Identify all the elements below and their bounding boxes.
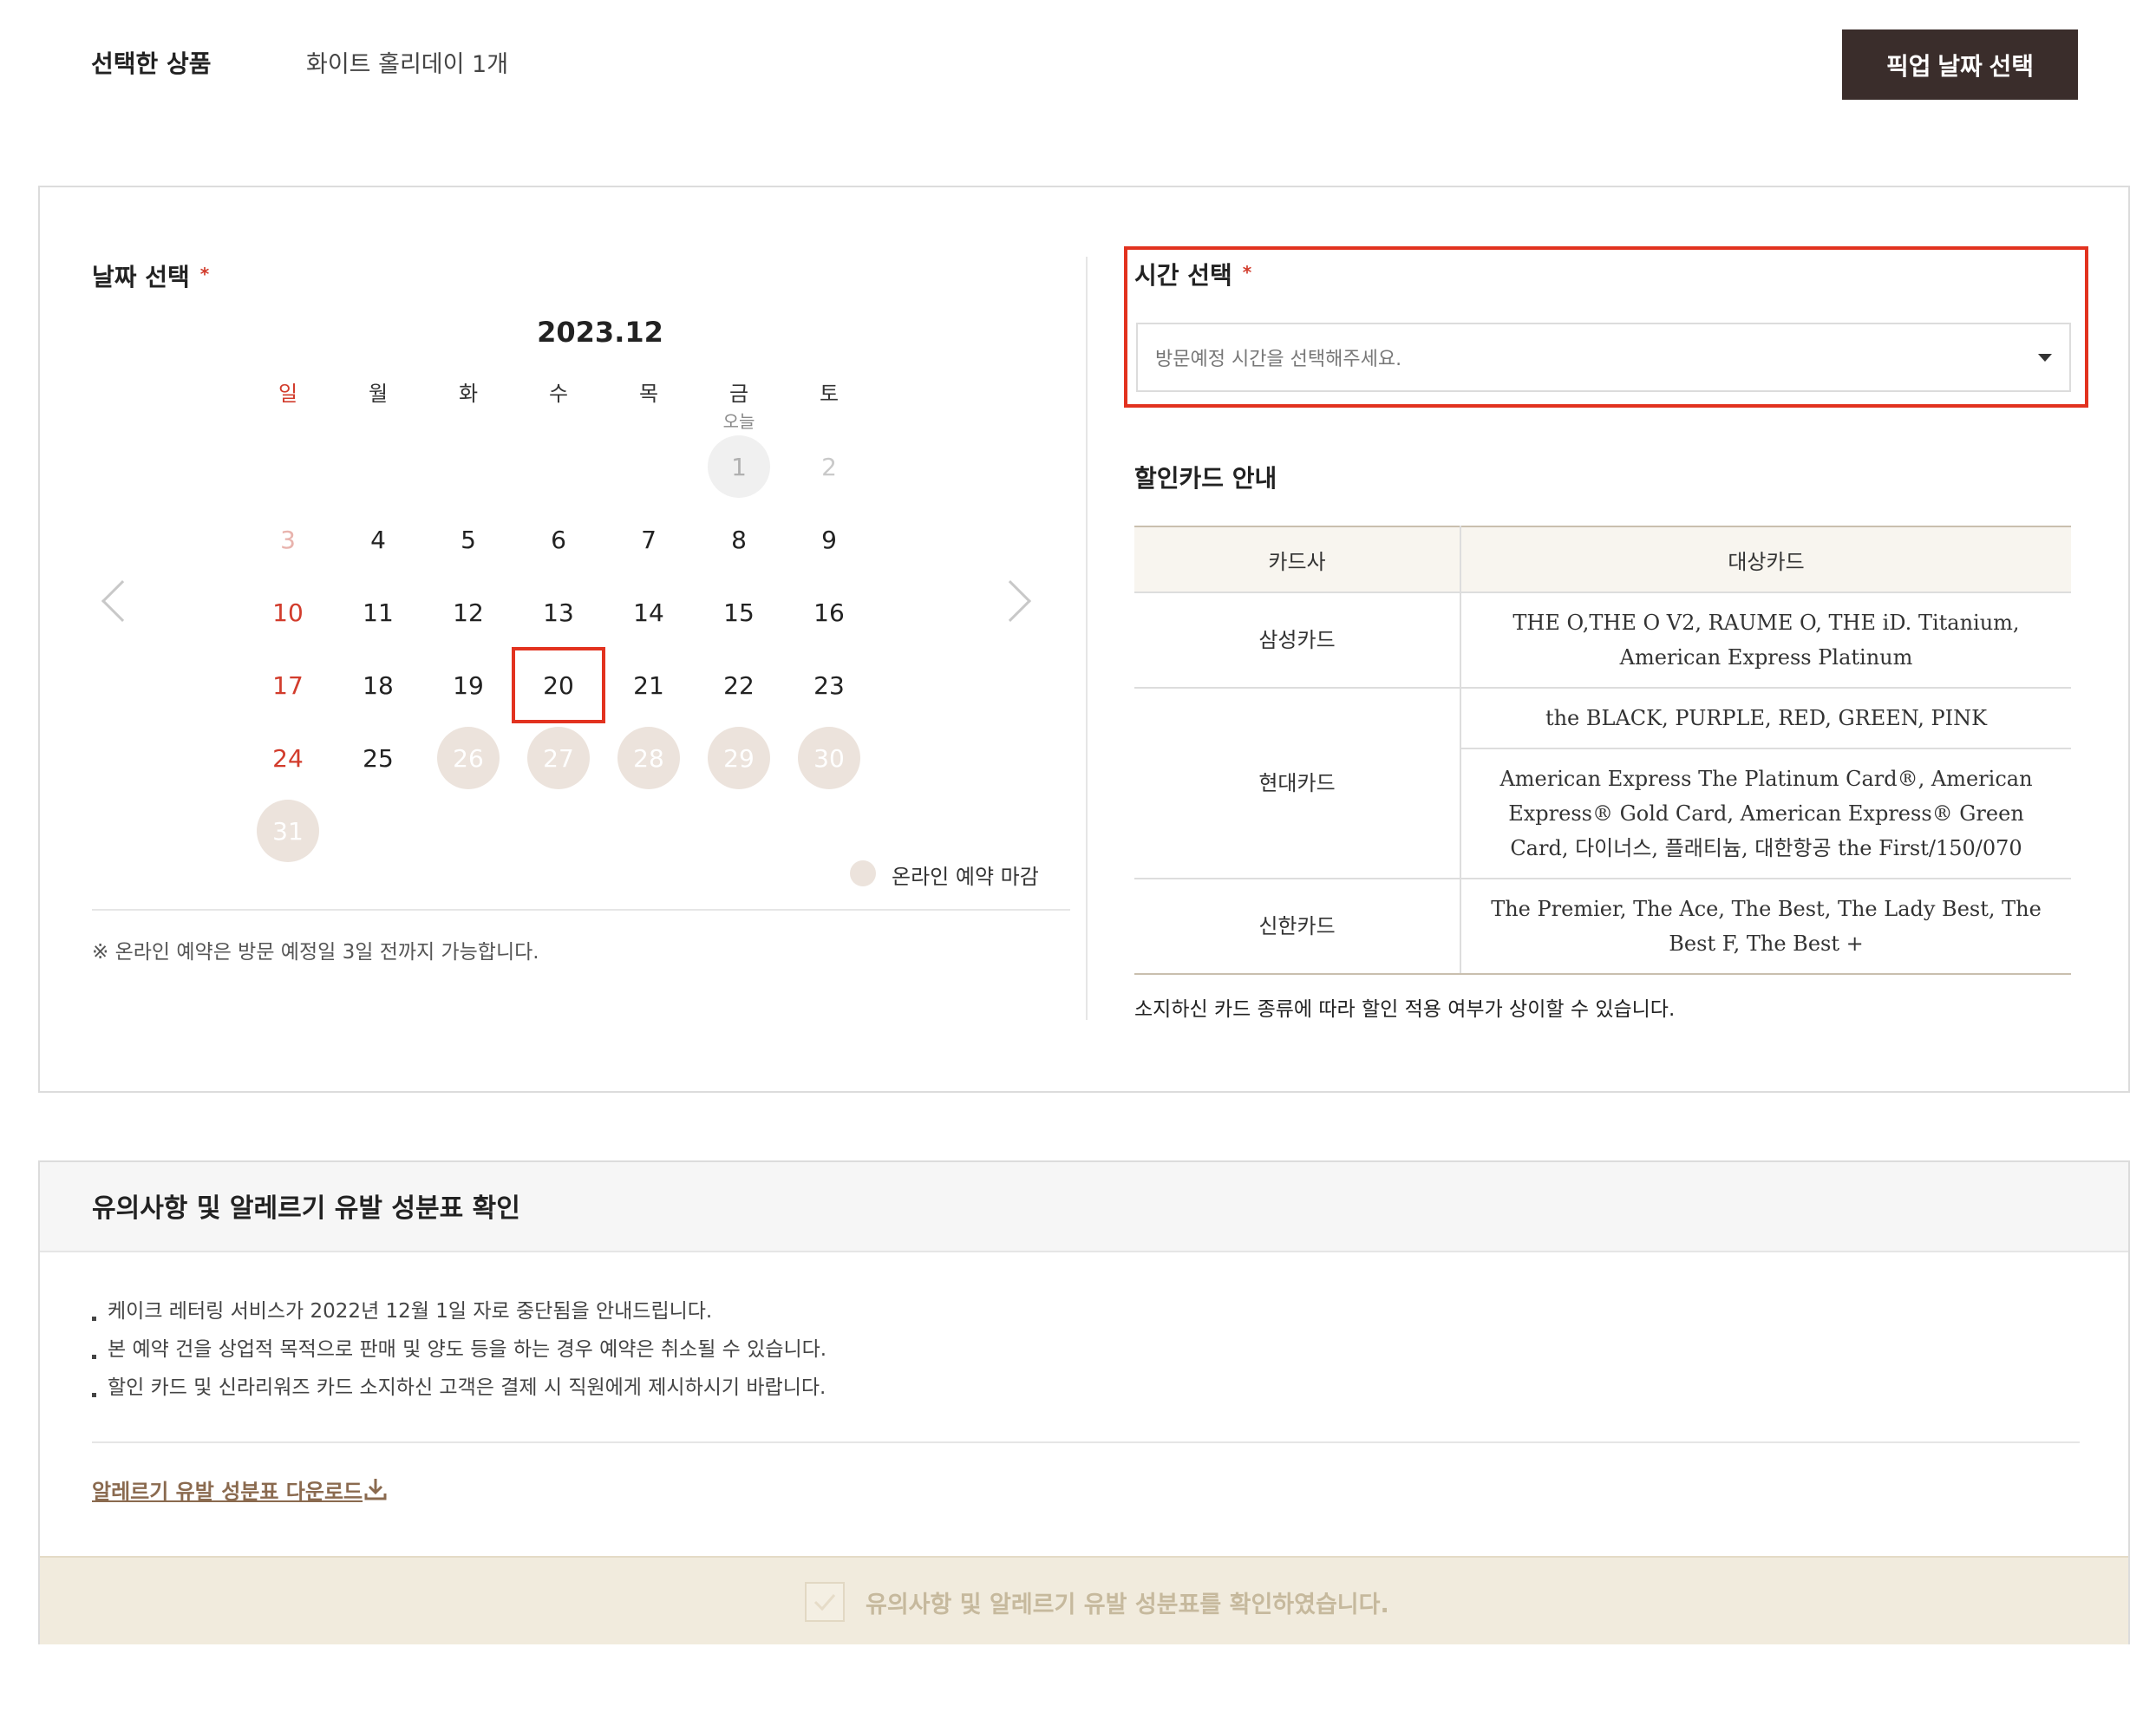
caret-down-icon [2038,354,2052,362]
notice-list: 케이크 레터링 서비스가 2022년 12월 1일 자로 중단됨을 안내드립니다… [92,1292,826,1407]
weekday-mon: 월 [368,382,389,406]
today-label: 오늘 [722,411,755,432]
calendar-month: 2023.12 [537,316,663,349]
calendar-day[interactable]: 9 [798,508,860,571]
calendar-day[interactable]: 7 [617,508,680,571]
reservation-note: ※ 온라인 예약은 방문 예정일 3일 전까지 가능합니다. [92,941,539,964]
table-header: 카드사 [1134,526,1461,593]
calendar-day-closed: 26 [437,727,500,789]
table-row: 신한카드 The Premier, The Ace, The Best, The… [1134,879,2071,975]
weekday-wed: 수 [548,382,569,406]
calendar-day[interactable]: 17 [257,654,319,716]
calendar-day[interactable]: 8 [708,508,770,571]
visit-time-select[interactable]: 방문예정 시간을 선택해주세요. [1136,323,2071,392]
selected-day-highlight [512,647,605,723]
download-icon[interactable] [363,1476,389,1502]
calendar-day[interactable]: 5 [437,508,500,571]
calendar-day[interactable]: 13 [527,581,590,644]
card-company: 현대카드 [1134,688,1461,879]
required-mark: * [199,264,210,284]
calendar-day-closed: 27 [527,727,590,789]
calendar-day[interactable]: 12 [437,581,500,644]
visit-time-placeholder: 방문예정 시간을 선택해주세요. [1155,349,1402,370]
confirm-label[interactable]: 유의사항 및 알레르기 유발 성분표를 확인하였습니다. [866,1585,1389,1619]
table-header-row: 카드사 대상카드 [1134,526,2071,593]
confirm-checkbox[interactable] [805,1582,845,1622]
calendar-day[interactable]: 16 [798,581,860,644]
notice-title: 유의사항 및 알레르기 유발 성분표 확인 [92,1193,520,1224]
weekday-sat: 토 [819,382,840,406]
card-list: the BLACK, PURPLE, RED, GREEN, PINK [1460,688,2071,749]
discount-note: 소지하신 카드 종류에 따라 할인 적용 여부가 상이할 수 있습니다. [1134,998,1676,1021]
card-list: THE O,THE O V2, RAUME O, THE iD. Titaniu… [1460,592,2071,689]
check-icon [813,1594,836,1611]
closed-legend-label: 온라인 예약 마감 [892,865,1039,889]
calendar-day[interactable]: 15 [708,581,770,644]
list-item: 케이크 레터링 서비스가 2022년 12월 1일 자로 중단됨을 안내드립니다… [92,1292,826,1330]
table-row: 삼성카드 THE O,THE O V2, RAUME O, THE iD. Ti… [1134,592,2071,689]
card-company: 삼성카드 [1134,592,1461,689]
calendar-day[interactable]: 23 [798,654,860,716]
calendar-day[interactable]: 11 [347,581,409,644]
calendar-day-closed: 30 [798,727,860,789]
calendar-day-closed: 29 [708,727,770,789]
discount-card-table: 카드사 대상카드 삼성카드 THE O,THE O V2, RAUME O, T… [1134,526,2071,975]
selected-product-value: 화이트 홀리데이 1개 [306,51,509,78]
card-list: The Premier, The Ace, The Best, The Lady… [1460,879,2071,975]
card-list: American Express The Platinum Card®, Ame… [1460,748,2071,879]
selected-product-label: 선택한 상품 [91,49,212,78]
pickup-date-button[interactable]: 픽업 날짜 선택 [1842,29,2078,100]
calendar-day[interactable]: 4 [347,508,409,571]
calendar-day[interactable]: 25 [347,727,409,789]
reservation-panel: 날짜 선택 * 2023.12 일 월 화 수 목 금 토 오늘 1 2 3 4 … [38,186,2130,1093]
weekday-tue: 화 [458,382,479,406]
notice-header: 유의사항 및 알레르기 유발 성분표 확인 [40,1162,2128,1252]
calendar-day[interactable]: 22 [708,654,770,716]
calendar-day[interactable]: 18 [347,654,409,716]
prev-month-arrow-icon[interactable] [101,579,144,623]
required-mark: * [1242,262,1252,283]
card-company: 신한카드 [1134,879,1461,975]
list-item: 할인 카드 및 신라리워즈 카드 소지하신 고객은 결제 시 직원에게 제시하시… [92,1369,826,1407]
weekday-sun: 일 [278,382,298,406]
list-item: 본 예약 건을 상업적 목적으로 판매 및 양도 등을 하는 경우 예약은 취소… [92,1330,826,1369]
calendar-day: 3 [280,525,296,554]
divider [92,1441,2080,1443]
calendar-day: 2 [821,452,837,481]
time-section-title: 시간 선택 * [1134,261,1252,290]
calendar-day-closed: 31 [257,800,319,862]
closed-legend-icon [850,860,876,886]
confirm-bar: 유의사항 및 알레르기 유발 성분표를 확인하였습니다. [40,1556,2128,1644]
next-month-arrow-icon[interactable] [989,579,1032,623]
table-header: 대상카드 [1460,526,2071,593]
calendar-day[interactable]: 19 [437,654,500,716]
notice-panel: 유의사항 및 알레르기 유발 성분표 확인 케이크 레터링 서비스가 2022년… [38,1160,2130,1644]
allergen-download-link[interactable]: 알레르기 유발 성분표 다운로드 [92,1474,363,1505]
calendar-day[interactable]: 14 [617,581,680,644]
weekday-thu: 목 [638,382,659,406]
column-divider [1086,257,1088,1020]
calendar-day[interactable]: 10 [257,581,319,644]
calendar-day[interactable]: 21 [617,654,680,716]
weekday-fri: 금 [728,382,749,406]
calendar-day-closed: 28 [617,727,680,789]
calendar-day[interactable]: 24 [257,727,319,789]
divider [92,909,1070,911]
calendar-day[interactable]: 6 [527,508,590,571]
date-section-title: 날짜 선택 * [92,263,210,291]
table-row: 현대카드 the BLACK, PURPLE, RED, GREEN, PINK [1134,688,2071,879]
calendar-day: 1 [708,435,770,498]
discount-section-title: 할인카드 안내 [1134,464,1277,493]
